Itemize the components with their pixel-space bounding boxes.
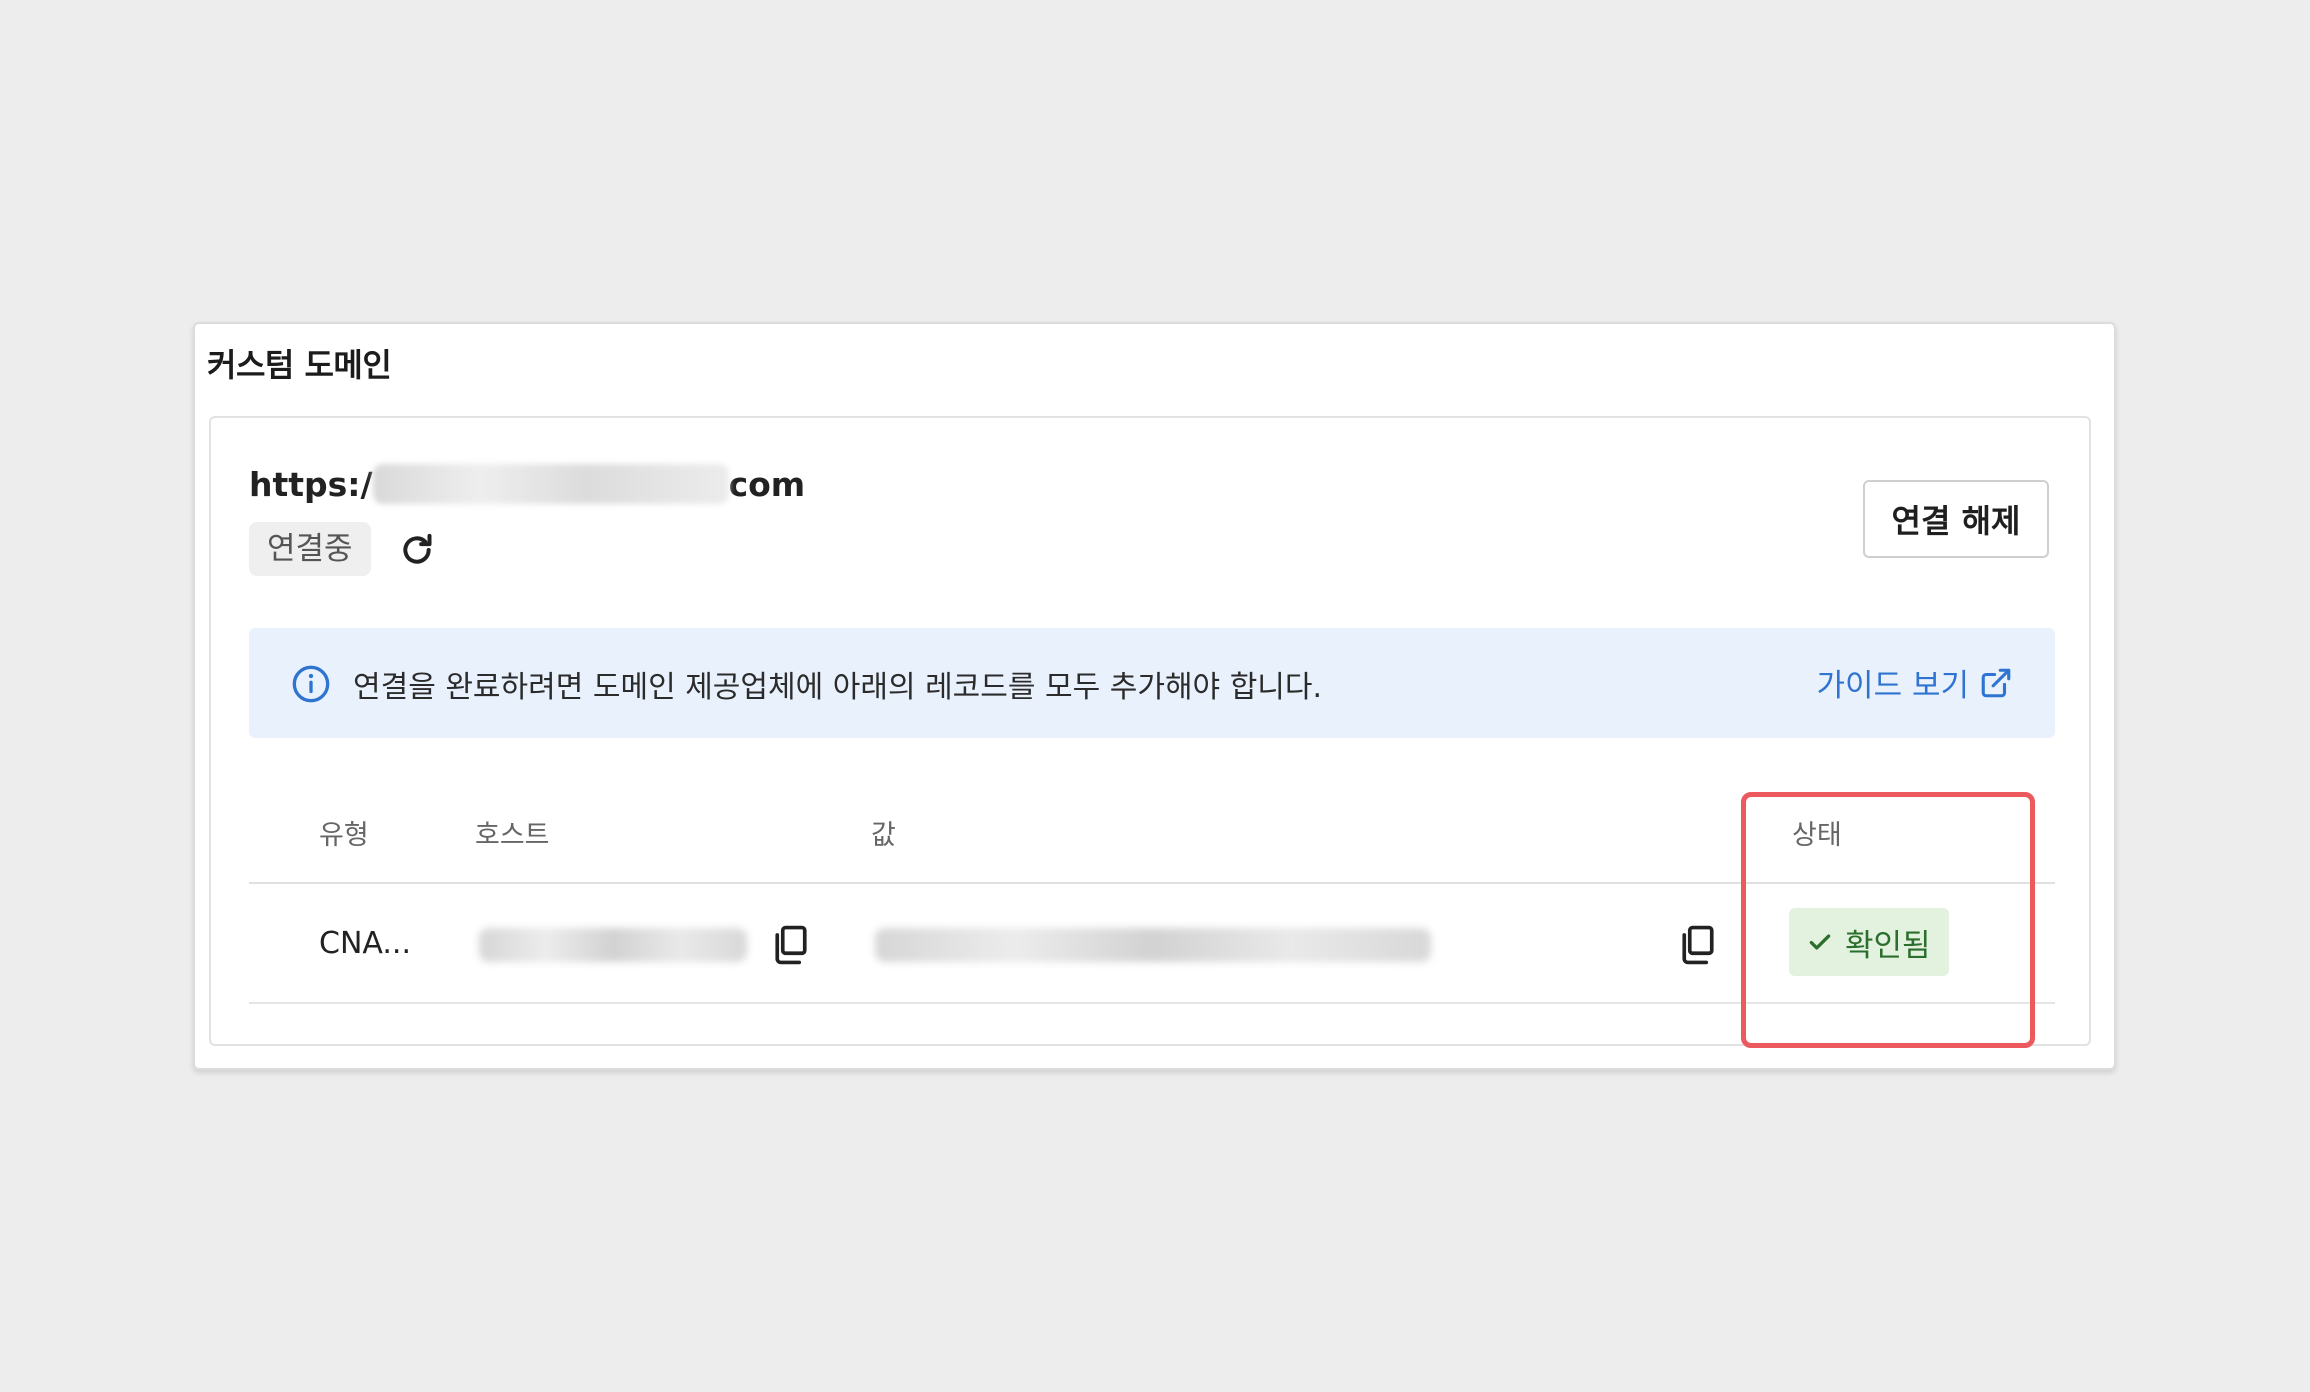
records-table-header: 유형 호스트 값 상태 bbox=[249, 788, 2055, 884]
copy-value-icon[interactable] bbox=[1676, 922, 1720, 968]
disconnect-button[interactable]: 연결 해제 bbox=[1863, 480, 2049, 558]
info-icon bbox=[292, 665, 330, 703]
info-banner: 연결을 완료하려면 도메인 제공업체에 아래의 레코드를 모두 추가해야 합니다… bbox=[249, 628, 2055, 738]
verified-status-badge: 확인됨 bbox=[1789, 908, 1949, 976]
verified-status-label: 확인됨 bbox=[1845, 927, 1931, 964]
card-title: 커스텀 도메인 bbox=[207, 346, 392, 384]
redacted-record-value bbox=[875, 928, 1431, 962]
custom-domain-card: 커스텀 도메인 https:/ com 연결중 연결 해제 연결을 완료하려면 … bbox=[193, 322, 2116, 1070]
url-suffix: com bbox=[728, 464, 806, 504]
record-type: CNA... bbox=[319, 926, 411, 961]
url-prefix: https:/ bbox=[249, 464, 373, 504]
domain-url: https:/ com bbox=[249, 464, 805, 504]
connection-status-badge: 연결중 bbox=[249, 522, 371, 576]
external-link-icon bbox=[1981, 668, 2011, 697]
header-status: 상태 bbox=[1792, 820, 1842, 851]
guide-link-label: 가이드 보기 bbox=[1816, 668, 1969, 704]
redacted-host bbox=[372, 464, 729, 504]
header-host: 호스트 bbox=[475, 820, 550, 851]
copy-host-icon[interactable] bbox=[769, 922, 813, 968]
check-icon bbox=[1809, 934, 1831, 950]
domain-panel: https:/ com 연결중 연결 해제 연결을 완료하려면 도메인 제공업체… bbox=[209, 416, 2091, 1046]
redacted-host-value bbox=[479, 928, 747, 962]
info-message: 연결을 완료하려면 도메인 제공업체에 아래의 레코드를 모두 추가해야 합니다… bbox=[353, 670, 1323, 705]
refresh-icon[interactable] bbox=[397, 530, 437, 570]
header-value: 값 bbox=[871, 820, 896, 851]
table-row: CNA... 확인됨 bbox=[249, 884, 2055, 1004]
guide-link[interactable]: 가이드 보기 bbox=[1817, 660, 2013, 705]
header-type: 유형 bbox=[319, 820, 369, 851]
